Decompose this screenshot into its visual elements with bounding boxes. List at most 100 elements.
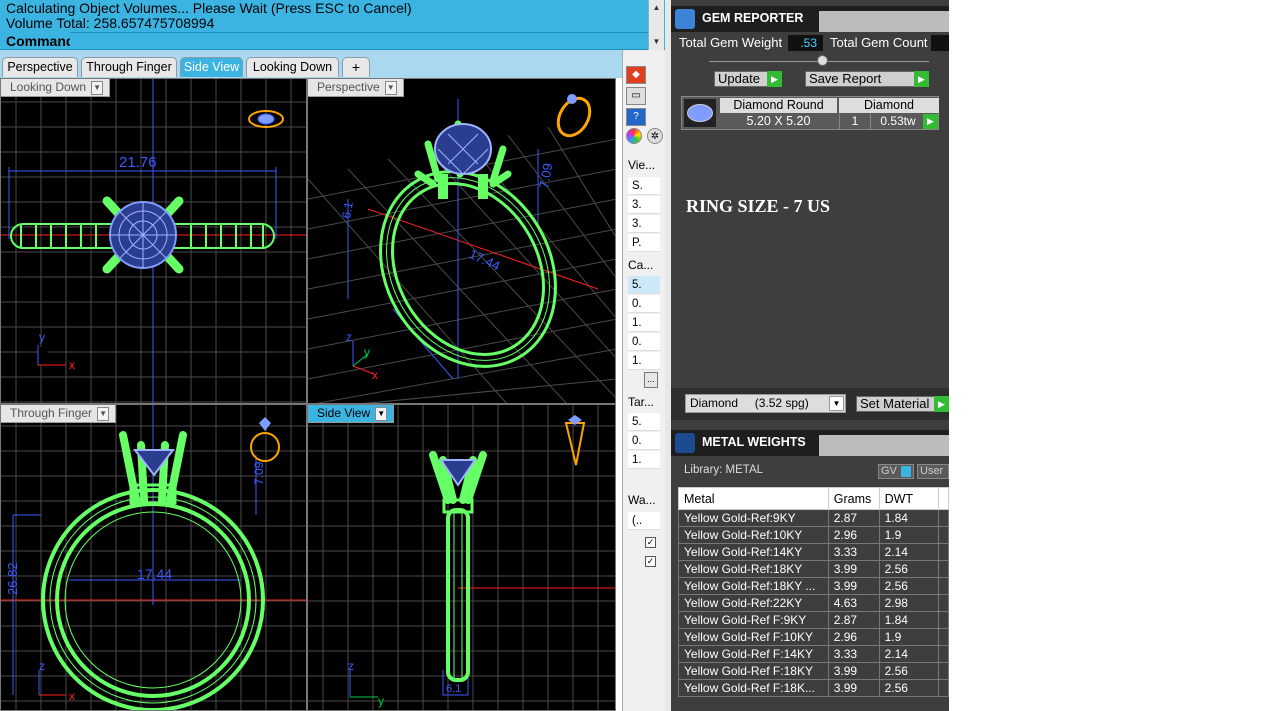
cell-metal: Yellow Gold-Ref F:9KY (678, 611, 829, 629)
table-row[interactable]: Yellow Gold-Ref F:14KY 3.33 2.14 (678, 645, 949, 663)
cell-metal: Yellow Gold-Ref:9KY (678, 509, 829, 527)
sidebar-checkbox[interactable]: ✓ (645, 533, 656, 548)
help-icon[interactable]: ? (626, 108, 646, 126)
through-finger-drawing: 17.44 26.82 7.09 z x (1, 405, 306, 710)
sidebar-field[interactable]: 1. (628, 314, 660, 332)
axis-y-label: y (39, 330, 45, 344)
table-row[interactable]: Yellow Gold-Ref:18KY 3.99 2.56 (678, 560, 949, 578)
sidebar-field[interactable]: P. (628, 234, 660, 252)
sidebar-section-target[interactable]: Tar... (628, 392, 660, 412)
viewport-looking-down[interactable]: Looking Down ▼ 21.76 y x (0, 78, 307, 404)
ring-size-note: RING SIZE - 7 US (686, 196, 831, 216)
color-wheel-icon[interactable] (626, 128, 642, 144)
tab-through-finger[interactable]: Through Finger (81, 57, 177, 77)
sidebar-field[interactable]: S. (628, 177, 660, 195)
cell-extra (938, 645, 949, 663)
set-material-button[interactable]: Set Material ▶ (856, 396, 949, 412)
play-icon: ▶ (767, 71, 782, 87)
viewport-label[interactable]: Perspective ▼ (308, 79, 404, 97)
cell-grams: 3.99 (827, 577, 880, 595)
scroll-up-icon[interactable]: ▲ (649, 0, 664, 16)
sidebar-field[interactable]: (.. (628, 512, 660, 530)
table-row[interactable]: Yellow Gold-Ref:10KY 2.96 1.9 (678, 526, 949, 544)
tab-perspective[interactable]: Perspective (2, 57, 78, 77)
viewport-label[interactable]: Looking Down ▼ (1, 79, 111, 97)
gem-list-row[interactable]: Diamond Round Diamond 5.20 X 5.20 1 0.53… (681, 96, 939, 130)
column-header-metal[interactable]: Metal (678, 487, 829, 510)
sidebar-field[interactable]: 5. (628, 413, 660, 431)
header-shade (819, 435, 949, 456)
save-report-button[interactable]: Save Report ▶ (805, 71, 929, 87)
table-row[interactable]: Yellow Gold-Ref:14KY 3.33 2.14 (678, 543, 949, 561)
table-row[interactable]: Yellow Gold-Ref F:10KY 2.96 1.9 (678, 628, 949, 646)
play-icon: ▶ (914, 71, 929, 87)
sidebar-field[interactable]: 3. (628, 215, 660, 233)
axis-y-label: y (364, 345, 370, 359)
sidebar-section-camera[interactable]: Ca... (628, 255, 660, 275)
sidebar-section-wallpaper[interactable]: Wa... (628, 490, 660, 510)
sidebar-field[interactable]: 0. (628, 295, 660, 313)
cell-metal: Yellow Gold-Ref F:10KY (678, 628, 829, 646)
chevron-down-icon[interactable]: ▼ (91, 80, 104, 95)
tab-looking-down[interactable]: Looking Down (246, 57, 339, 77)
table-row[interactable]: Yellow Gold-Ref:9KY 2.87 1.84 (678, 509, 949, 527)
dimension-inner-label: 17.44 (137, 566, 172, 582)
gem-size: 5.20 X 5.20 (746, 114, 811, 128)
gem-type: Diamond (839, 98, 939, 113)
cell-extra (938, 611, 949, 629)
material-select-value: Diamond (3.52 spg) (690, 396, 809, 410)
sidebar-field[interactable]: 1. (628, 352, 660, 370)
settings-icon[interactable]: ✲ (647, 128, 663, 144)
chevron-down-icon[interactable]: ▼ (375, 406, 388, 421)
scroll-down-icon[interactable]: ▼ (649, 34, 664, 50)
column-header-grams[interactable]: Grams (827, 487, 880, 510)
cell-extra (938, 594, 949, 612)
dimension-height-label: 26.82 (5, 562, 20, 595)
table-row[interactable]: Yellow Gold-Ref F:18K... 3.99 2.56 (678, 679, 949, 697)
slider-handle[interactable] (817, 55, 828, 66)
viewport-label[interactable]: Through Finger ▼ (1, 405, 117, 423)
user-toggle[interactable]: User (917, 464, 949, 479)
play-icon[interactable]: ▶ (923, 114, 938, 129)
save-report-label: Save Report (809, 71, 882, 86)
cell-extra (938, 662, 949, 680)
cell-extra (938, 526, 949, 544)
sidebar-section-view[interactable]: Vie... (628, 155, 660, 175)
cell-grams: 2.87 (827, 509, 880, 527)
table-row[interactable]: Yellow Gold-Ref F:9KY 2.87 1.84 (678, 611, 949, 629)
sidebar-field[interactable]: 3. (628, 196, 660, 214)
object-properties-icon[interactable]: ◆ (626, 66, 646, 84)
gv-toggle[interactable]: GV (878, 464, 914, 479)
table-row[interactable]: Yellow Gold-Ref:18KY ... 3.99 2.56 (678, 577, 949, 595)
sidebar-field[interactable]: 0. (628, 333, 660, 351)
command-scrollbar[interactable]: ▲ ▼ (648, 0, 664, 50)
viewport-through-finger[interactable]: Through Finger ▼ 17.44 26.82 7.09 z x (0, 404, 307, 711)
cell-extra (938, 560, 949, 578)
add-tab-button[interactable]: + (342, 57, 370, 77)
more-button[interactable]: ... (644, 372, 658, 388)
material-select[interactable]: Diamond (3.52 spg) ▼ (685, 394, 846, 413)
update-button[interactable]: Update ▶ (714, 71, 782, 87)
table-row[interactable]: Yellow Gold-Ref F:18KY 3.99 2.56 (678, 662, 949, 680)
view-tab-bar: Perspective Through Finger Side View Loo… (0, 50, 622, 78)
display-icon[interactable]: ▭ (626, 87, 646, 105)
total-gem-weight-label: Total Gem Weight (679, 35, 783, 50)
viewport-perspective[interactable]: Perspective ▼ 17.44 7.09 6.1 z y x (307, 78, 616, 404)
viewport-label-text: Looking Down (10, 80, 87, 94)
cell-dwt: 1.9 (878, 526, 940, 544)
viewport-label[interactable]: Side View ▼ (308, 405, 395, 423)
command-input[interactable] (70, 32, 648, 49)
sidebar-checkbox[interactable]: ✓ (645, 552, 656, 567)
sidebar-field[interactable]: 0. (628, 432, 660, 450)
viewport-side-view[interactable]: Side View ▼ 6.1 z y (307, 404, 616, 711)
sidebar-field[interactable]: 5. (628, 276, 660, 294)
chevron-down-icon[interactable]: ▼ (829, 396, 844, 411)
chevron-down-icon[interactable]: ▼ (97, 406, 110, 421)
axis-x-label: x (69, 358, 75, 372)
sidebar-field[interactable]: 1. (628, 451, 660, 469)
tab-side-view[interactable]: Side View (180, 57, 243, 77)
column-header-dwt[interactable]: DWT (878, 487, 940, 510)
table-row[interactable]: Yellow Gold-Ref:22KY 4.63 2.98 (678, 594, 949, 612)
cell-metal: Yellow Gold-Ref:10KY (678, 526, 829, 544)
chevron-down-icon[interactable]: ▼ (384, 80, 397, 95)
